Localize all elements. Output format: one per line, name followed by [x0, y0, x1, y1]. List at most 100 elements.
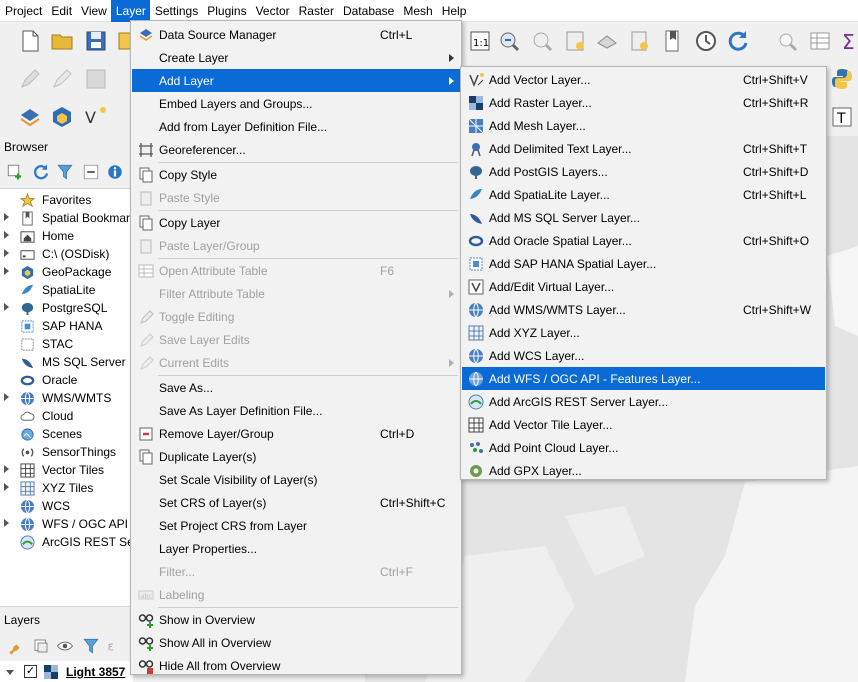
python-console-icon[interactable]: [830, 67, 854, 91]
menu-item-hide-all-from-overview[interactable]: Hide All from Overview: [132, 654, 460, 677]
filter-browser-icon[interactable]: [56, 163, 74, 181]
expand-arrow-icon[interactable]: [4, 267, 9, 275]
menu-item-current-edits[interactable]: Current Edits: [132, 351, 460, 374]
collapse-all-icon[interactable]: [82, 163, 100, 181]
toggle-editing-icon[interactable]: [50, 67, 74, 91]
refresh-browser-icon[interactable]: [32, 163, 50, 181]
data-source-manager-icon[interactable]: [18, 105, 42, 129]
menu-item-add-point-cloud-layer[interactable]: Add Point Cloud Layer...: [462, 436, 825, 459]
menu-item-filter[interactable]: Filter... Ctrl+F: [132, 560, 460, 583]
expand-arrow-icon[interactable]: [4, 483, 9, 491]
save-project-icon[interactable]: [84, 29, 108, 53]
menu-item-create-layer[interactable]: Create Layer: [132, 46, 460, 69]
zoom-last-icon[interactable]: [497, 29, 521, 53]
browser-item-scenes[interactable]: Scenes: [0, 425, 132, 443]
menu-item-paste-layer[interactable]: Paste Layer/Group: [132, 234, 460, 257]
browser-item-spatial-bookmarks[interactable]: Spatial Bookmarks: [0, 209, 132, 227]
open-project-icon[interactable]: [50, 29, 74, 53]
layer-row[interactable]: ✓ Light 3857: [0, 661, 133, 682]
menu-item-add-virtual-layer[interactable]: Add/Edit Virtual Layer...: [462, 275, 825, 298]
browser-item-stac[interactable]: STAC: [0, 335, 132, 353]
save-edits-icon[interactable]: [84, 67, 108, 91]
menu-vector[interactable]: Vector: [251, 0, 294, 22]
browser-item-vector-tiles[interactable]: Vector Tiles: [0, 461, 132, 479]
browser-item-cloud[interactable]: Cloud: [0, 407, 132, 425]
menu-layer[interactable]: Layer: [110, 0, 150, 22]
menu-item-save-as[interactable]: Save As...: [132, 376, 460, 399]
collapse-arrow-icon[interactable]: [6, 670, 14, 675]
menu-item-add-mesh-layer[interactable]: Add Mesh Layer...: [462, 114, 825, 137]
browser-item-favorites[interactable]: Favorites: [0, 191, 132, 209]
menu-item-copy-style[interactable]: Copy Style: [132, 163, 460, 186]
menu-settings[interactable]: Settings: [150, 0, 202, 22]
browser-item-xyz-tiles[interactable]: XYZ Tiles: [0, 479, 132, 497]
menu-item-set-project-crs[interactable]: Set Project CRS from Layer: [132, 514, 460, 537]
expand-arrow-icon[interactable]: [4, 231, 9, 239]
show-bookmarks-icon[interactable]: [595, 29, 619, 53]
menu-database[interactable]: Database: [338, 0, 398, 22]
menu-edit[interactable]: Edit: [46, 0, 76, 22]
info-icon[interactable]: [106, 163, 124, 181]
spatial-bookmark-icon[interactable]: [628, 29, 652, 53]
zoom-native-icon[interactable]: 1:1: [468, 29, 492, 53]
menu-item-add-sap-hana-layer[interactable]: Add SAP HANA Spatial Layer...: [462, 252, 825, 275]
expression-icon[interactable]: Σ: [842, 29, 858, 53]
browser-item-sap-hana[interactable]: SAP HANA: [0, 317, 132, 335]
menu-item-add-postgis-layers[interactable]: Add PostGIS Layers... Ctrl+Shift+D: [462, 160, 825, 183]
menu-raster[interactable]: Raster: [294, 0, 338, 22]
menu-item-remove-layer[interactable]: Remove Layer/Group Ctrl+D: [132, 422, 460, 445]
browser-item-postgresql[interactable]: PostgreSQL: [0, 299, 132, 317]
menu-item-save-as-definition[interactable]: Save As Layer Definition File...: [132, 399, 460, 422]
menu-item-set-crs[interactable]: Set CRS of Layer(s) Ctrl+Shift+C: [132, 491, 460, 514]
menu-item-add-vector-tile-layer[interactable]: Add Vector Tile Layer...: [462, 413, 825, 436]
temporal-controller-icon[interactable]: [694, 29, 718, 53]
new-project-icon[interactable]: [18, 29, 42, 53]
menu-item-embed-layers[interactable]: Embed Layers and Groups...: [132, 92, 460, 115]
menu-item-set-scale-visibility[interactable]: Set Scale Visibility of Layer(s): [132, 468, 460, 491]
menu-project[interactable]: Project: [0, 0, 46, 22]
manage-visibility-icon[interactable]: [56, 637, 74, 655]
refresh-icon[interactable]: [726, 29, 750, 53]
new-bookmark-icon[interactable]: [563, 29, 587, 53]
menu-item-add-wcs-layer[interactable]: Add WCS Layer...: [462, 344, 825, 367]
add-selected-layers-icon[interactable]: [6, 163, 24, 181]
menu-item-add-wfs-layer[interactable]: Add WFS / OGC API - Features Layer...: [462, 367, 825, 390]
menu-item-open-attribute-table[interactable]: Open Attribute Table F6: [132, 259, 460, 282]
expand-arrow-icon[interactable]: [4, 393, 9, 401]
menu-item-copy-layer[interactable]: Copy Layer: [132, 211, 460, 234]
text-annotation-icon[interactable]: T: [830, 105, 854, 129]
layer-visibility-checkbox[interactable]: ✓: [24, 665, 37, 678]
menu-item-add-layer[interactable]: Add Layer: [132, 69, 460, 92]
menu-item-data-source-manager[interactable]: Data Source Manager Ctrl+L: [132, 23, 460, 46]
menu-item-add-spatialite-layer[interactable]: Add SpatiaLite Layer... Ctrl+Shift+L: [462, 183, 825, 206]
current-edits-icon[interactable]: [18, 67, 42, 91]
geopackage-toolbar-icon[interactable]: [50, 105, 74, 129]
expand-arrow-icon[interactable]: [4, 249, 9, 257]
filter-expression-icon[interactable]: ε: [106, 637, 124, 655]
menu-item-add-delimited-text-layer[interactable]: Add Delimited Text Layer... Ctrl+Shift+T: [462, 137, 825, 160]
menu-item-filter-attribute-table[interactable]: Filter Attribute Table: [132, 282, 460, 305]
menu-plugins[interactable]: Plugins: [202, 0, 250, 22]
new-shapefile-icon[interactable]: V: [84, 105, 108, 129]
menu-item-show-in-overview[interactable]: Show in Overview: [132, 608, 460, 631]
menu-view[interactable]: View: [76, 0, 111, 22]
menu-item-add-vector-layer[interactable]: Add Vector Layer... Ctrl+Shift+V: [462, 68, 825, 91]
add-group-icon[interactable]: [32, 637, 50, 655]
menu-mesh[interactable]: Mesh: [398, 0, 436, 22]
menu-item-add-gpx-layer[interactable]: Add GPX Layer...: [462, 459, 825, 482]
browser-item-home[interactable]: Home: [0, 227, 132, 245]
filter-legend-icon[interactable]: [82, 637, 100, 655]
menu-item-duplicate-layer[interactable]: Duplicate Layer(s): [132, 445, 460, 468]
browser-item-mssql[interactable]: MS SQL Server: [0, 353, 132, 371]
menu-item-add-arcgis-rest-layer[interactable]: Add ArcGIS REST Server Layer...: [462, 390, 825, 413]
menu-item-georeferencer[interactable]: Georeferencer...: [132, 138, 460, 161]
browser-item-arcgis[interactable]: ArcGIS REST Servers: [0, 533, 132, 551]
browser-item-wms[interactable]: WMS/WMTS: [0, 389, 132, 407]
expand-arrow-icon[interactable]: [4, 303, 9, 311]
attribute-table-icon[interactable]: [808, 29, 832, 53]
menu-item-add-xyz-layer[interactable]: Add XYZ Layer...: [462, 321, 825, 344]
menu-item-add-oracle-spatial-layer[interactable]: Add Oracle Spatial Layer... Ctrl+Shift+O: [462, 229, 825, 252]
browser-item-sensorthings[interactable]: SensorThings: [0, 443, 132, 461]
expand-arrow-icon[interactable]: [4, 519, 9, 527]
browser-item-wfs[interactable]: WFS / OGC API - Features: [0, 515, 132, 533]
